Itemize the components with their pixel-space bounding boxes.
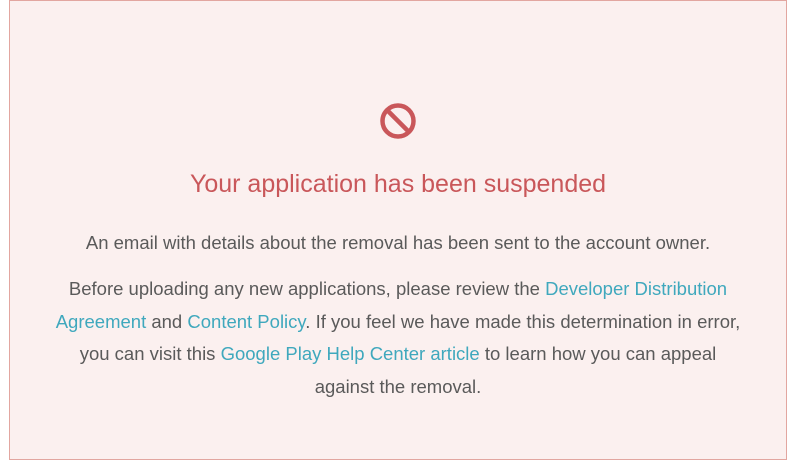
paragraph-text-1: Before uploading any new applications, p…	[68, 278, 546, 299]
notice-title: Your application has been suspended	[189, 170, 607, 198]
email-notice: An email with details about the removal …	[85, 232, 711, 253]
review-paragraph: Before uploading any new applications, p…	[50, 273, 746, 403]
help-center-article-link[interactable]: Google Play Help Center article	[221, 343, 480, 364]
paragraph-text-2: and	[146, 310, 188, 332]
content-policy-link[interactable]: Content Policy	[187, 311, 305, 332]
prohibited-icon	[380, 103, 416, 139]
suspension-notice: Your application has been suspended An e…	[9, 0, 787, 460]
icon-container	[10, 101, 786, 141]
